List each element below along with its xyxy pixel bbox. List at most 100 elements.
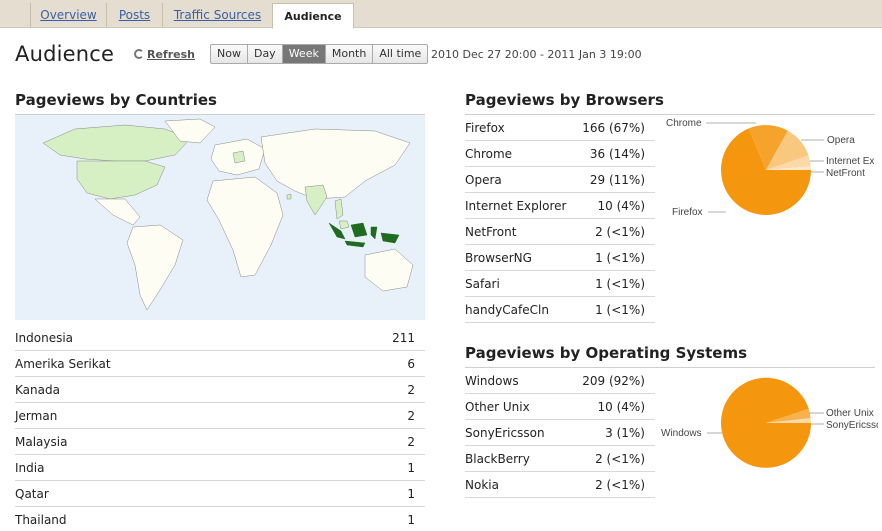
table-row[interactable]: handyCafeCln 1 (<1%) — [465, 297, 655, 323]
browser-name: BrowserNG — [465, 251, 532, 265]
tab-posts-link[interactable]: Posts — [119, 8, 150, 22]
map-africa — [206, 176, 284, 278]
os-count: 209 (92%) — [582, 374, 645, 388]
country-count: 1 — [407, 513, 415, 527]
os-count: 3 (1%) — [605, 426, 645, 440]
browser-name: NetFront — [465, 225, 517, 239]
table-row[interactable]: Qatar 1 — [15, 481, 425, 507]
country-count: 211 — [392, 331, 415, 345]
table-row[interactable]: Thailand 1 — [15, 507, 425, 531]
os-name: SonyEricsson — [465, 426, 545, 440]
map-india[interactable] — [304, 184, 328, 216]
browsers-pie-chart: Firefox Chrome Opera Internet Ex NetFron… — [666, 118, 874, 218]
map-malaysia[interactable] — [338, 220, 350, 230]
map-germany[interactable] — [232, 150, 246, 164]
country-count: 6 — [407, 357, 415, 371]
tab-traffic-sources-link[interactable]: Traffic Sources — [174, 8, 261, 22]
pie-label-other-unix: Other Unix — [826, 408, 874, 419]
country-name: Qatar — [15, 487, 49, 501]
os-table: Windows 209 (92%) Other Unix 10 (4%) SonyE… — [465, 368, 655, 498]
os-name: Windows — [465, 374, 519, 388]
tab-overview[interactable]: Overview — [30, 3, 106, 28]
os-name: BlackBerry — [465, 452, 530, 466]
os-count: 10 (4%) — [597, 400, 645, 414]
map-canada[interactable] — [42, 124, 191, 162]
browser-count: 1 (<1%) — [595, 277, 645, 291]
world-map-graphic — [42, 118, 414, 311]
browser-name: Firefox — [465, 121, 505, 135]
country-name: Malaysia — [15, 435, 68, 449]
map-qatar[interactable] — [286, 193, 292, 200]
pie-label-chrome: Chrome — [666, 118, 702, 129]
countries-table: Indonesia 211 Amerika Serikat 6 Kanada 2 Je… — [15, 325, 425, 531]
table-row[interactable]: BrowserNG 1 (<1%) — [465, 245, 655, 271]
table-row[interactable]: Amerika Serikat 6 — [15, 351, 425, 377]
range-alltime-button[interactable]: All time — [373, 45, 427, 63]
world-map[interactable] — [15, 114, 425, 320]
table-row[interactable]: Safari 1 (<1%) — [465, 271, 655, 297]
range-week-button[interactable]: Week — [282, 45, 326, 63]
table-row[interactable]: Chrome 36 (14%) — [465, 141, 655, 167]
pie-label-netfront: NetFront — [826, 168, 865, 179]
country-name: Jerman — [15, 409, 58, 423]
pie-label-windows: Windows — [661, 428, 702, 439]
tab-bar: Overview Posts Traffic Sources Audience — [0, 0, 882, 29]
map-indonesia-kalimantan[interactable] — [350, 222, 368, 238]
map-indonesia-sulawesi[interactable] — [370, 226, 378, 240]
map-indonesia-papua[interactable] — [380, 232, 400, 244]
table-row[interactable]: NetFront 2 (<1%) — [465, 219, 655, 245]
tab-overview-link[interactable]: Overview — [40, 8, 97, 22]
country-name: Indonesia — [15, 331, 74, 345]
table-row[interactable]: Nokia 2 (<1%) — [465, 472, 655, 498]
table-row[interactable]: India 1 — [15, 455, 425, 481]
table-row[interactable]: Malaysia 2 — [15, 429, 425, 455]
browser-count: 29 (11%) — [589, 173, 645, 187]
table-row[interactable]: Opera 29 (11%) — [465, 167, 655, 193]
map-australia — [364, 248, 414, 292]
map-indonesia-java[interactable] — [344, 240, 366, 248]
table-row[interactable]: Internet Explorer 10 (4%) — [465, 193, 655, 219]
os-count: 2 (<1%) — [595, 452, 645, 466]
refresh-button[interactable]: Refresh — [134, 48, 195, 61]
tab-audience-label: Audience — [284, 10, 342, 23]
table-row[interactable]: SonyEricsson 3 (1%) — [465, 420, 655, 446]
browser-count: 1 (<1%) — [595, 303, 645, 317]
refresh-icon — [134, 49, 144, 59]
map-usa[interactable] — [76, 160, 166, 200]
browser-name: Chrome — [465, 147, 513, 161]
time-range-selector: Now Day Week Month All time — [210, 44, 429, 64]
table-row[interactable]: Indonesia 211 — [15, 325, 425, 351]
os-name: Other Unix — [465, 400, 530, 414]
country-count: 2 — [407, 409, 415, 423]
browser-name: handyCafeCln — [465, 303, 549, 317]
range-day-button[interactable]: Day — [248, 45, 283, 63]
refresh-label[interactable]: Refresh — [147, 48, 195, 61]
country-name: Kanada — [15, 383, 60, 397]
tab-traffic-sources[interactable]: Traffic Sources — [162, 3, 272, 28]
browser-name: Internet Explorer — [465, 199, 567, 213]
browser-count: 10 (4%) — [597, 199, 645, 213]
country-name: Amerika Serikat — [15, 357, 111, 371]
os-pie-chart: Windows Other Unix SonyEricsson — [661, 377, 878, 468]
map-south-america — [126, 224, 184, 311]
browser-count: 2 (<1%) — [595, 225, 645, 239]
range-now-button[interactable]: Now — [211, 45, 248, 63]
table-row[interactable]: Jerman 2 — [15, 403, 425, 429]
browser-count: 166 (67%) — [582, 121, 645, 135]
table-row[interactable]: Windows 209 (92%) — [465, 368, 655, 394]
tab-posts[interactable]: Posts — [106, 3, 162, 28]
tab-audience[interactable]: Audience — [272, 3, 354, 29]
table-row[interactable]: Kanada 2 — [15, 377, 425, 403]
map-mexico-central — [94, 198, 141, 226]
pie-label-internet-explorer: Internet Ex — [826, 156, 874, 167]
map-thailand[interactable] — [334, 198, 344, 220]
country-name: Thailand — [15, 513, 67, 527]
table-row[interactable]: Other Unix 10 (4%) — [465, 394, 655, 420]
browsers-title: Pageviews by Browsers — [465, 91, 664, 109]
browsers-table: Firefox 166 (67%) Chrome 36 (14%) Opera 29 … — [465, 115, 655, 323]
table-row[interactable]: Firefox 166 (67%) — [465, 115, 655, 141]
map-asia — [260, 128, 411, 200]
range-month-button[interactable]: Month — [326, 45, 374, 63]
table-row[interactable]: BlackBerry 2 (<1%) — [465, 446, 655, 472]
country-count: 1 — [407, 461, 415, 475]
